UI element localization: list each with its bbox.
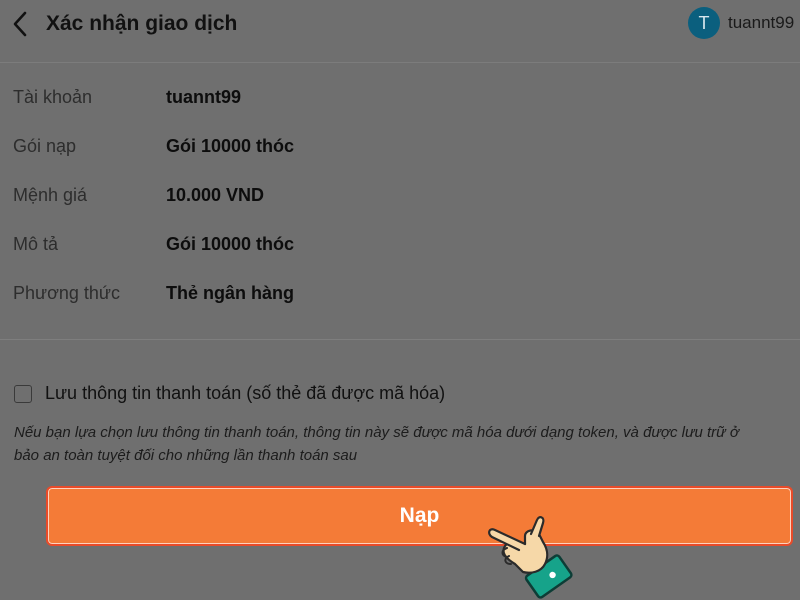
save-payment-label[interactable]: Lưu thông tin thanh toán (số thẻ đã được… bbox=[45, 383, 445, 404]
pointing-hand-icon bbox=[488, 516, 573, 599]
save-payment-checkbox[interactable] bbox=[14, 385, 32, 403]
detail-value: Gói 10000 thóc bbox=[166, 136, 295, 156]
detail-value: 10.000 VND bbox=[166, 185, 265, 205]
detail-row-method: Phương thức Thẻ ngân hàng bbox=[0, 283, 800, 307]
detail-row-denomination: Mệnh giá 10.000 VND bbox=[0, 185, 800, 209]
detail-label: Tài khoản bbox=[13, 87, 93, 107]
detail-row-description: Mô tả Gói 10000 thóc bbox=[0, 234, 800, 258]
save-payment-note-line-1: Nếu bạn lựa chọn lưu thông tin thanh toá… bbox=[14, 424, 739, 441]
username[interactable]: tuannt99 bbox=[728, 13, 794, 33]
header-bar: Xác nhận giao dịch T tuannt99 bbox=[0, 0, 800, 63]
detail-value: Thẻ ngân hàng bbox=[166, 283, 294, 303]
detail-label: Gói nạp bbox=[13, 136, 77, 156]
detail-value: tuannt99 bbox=[166, 87, 242, 107]
detail-row-account: Tài khoản tuannt99 bbox=[0, 87, 800, 111]
detail-label: Mô tả bbox=[13, 234, 59, 254]
chevron-left-icon[interactable] bbox=[10, 9, 32, 39]
detail-label: Mệnh giá bbox=[13, 185, 88, 205]
detail-value: Gói 10000 thóc bbox=[166, 234, 295, 254]
top-up-button[interactable]: Nạp bbox=[46, 486, 793, 546]
page-title: Xác nhận giao dịch bbox=[46, 12, 238, 35]
section-divider bbox=[0, 339, 800, 340]
save-payment-note-line-2: bảo an toàn tuyệt đối cho những lần than… bbox=[14, 447, 358, 464]
avatar[interactable]: T bbox=[688, 7, 720, 39]
detail-row-package: Gói nạp Gói 10000 thóc bbox=[0, 136, 800, 160]
detail-label: Phương thức bbox=[13, 283, 120, 303]
